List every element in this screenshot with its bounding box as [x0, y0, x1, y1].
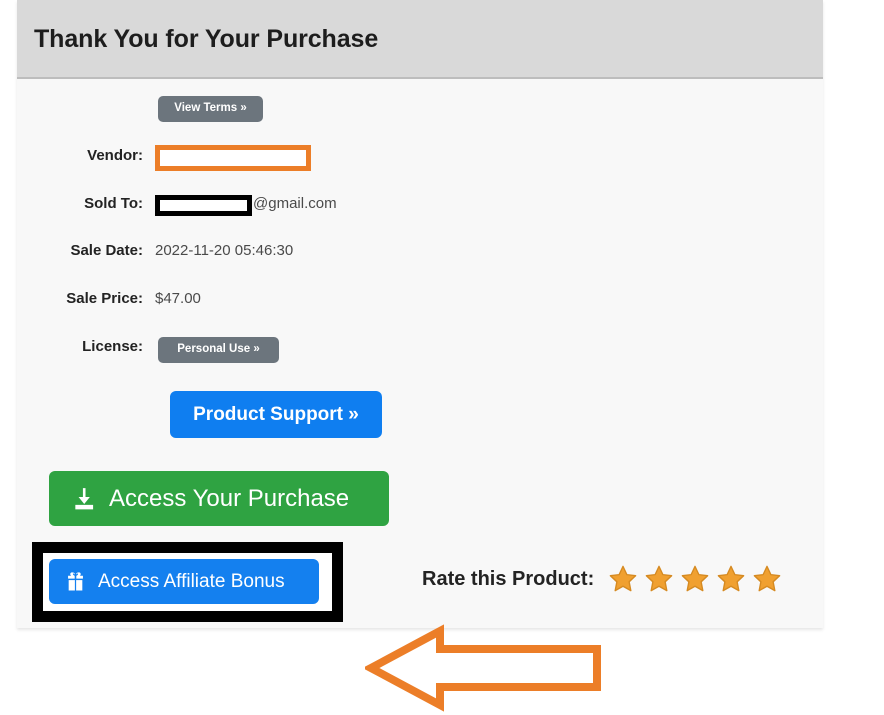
sale-date-label: Sale Date:: [70, 242, 143, 259]
star-icon[interactable]: [680, 564, 710, 594]
access-affiliate-bonus-button[interactable]: Access Affiliate Bonus: [49, 559, 319, 604]
left-arrow-callout-icon: [365, 624, 601, 712]
star-icon[interactable]: [752, 564, 782, 594]
vendor-row: Vendor:: [17, 141, 823, 171]
license-type-button[interactable]: Personal Use »: [158, 337, 279, 363]
access-your-purchase-button[interactable]: Access Your Purchase: [49, 471, 389, 526]
sale-price-label: Sale Price:: [66, 290, 143, 307]
sold-to-redaction-box: [155, 195, 252, 216]
star-icon[interactable]: [716, 564, 746, 594]
page-root: Thank You for Your Purchase View Terms »…: [0, 0, 884, 712]
vendor-label: Vendor:: [87, 147, 143, 164]
panel-body: View Terms » Vendor: Sold To: @gmail.com…: [17, 81, 823, 712]
sale-date-row: Sale Date: 2022-11-20 05:46:30: [17, 236, 823, 266]
access-affiliate-bonus-label: Access Affiliate Bonus: [98, 570, 285, 592]
sale-price-row: Sale Price: $47.00: [17, 284, 823, 314]
vendor-redaction-box: [155, 145, 311, 171]
star-icon[interactable]: [644, 564, 674, 594]
view-terms-button[interactable]: View Terms »: [158, 96, 263, 122]
star-icon[interactable]: [608, 564, 638, 594]
sale-date-value: 2022-11-20 05:46:30: [155, 242, 294, 259]
product-support-button[interactable]: Product Support »: [170, 391, 382, 438]
access-your-purchase-label: Access Your Purchase: [109, 484, 350, 512]
panel-header: Thank You for Your Purchase: [17, 0, 823, 79]
rating-block: Rate this Product:: [422, 564, 782, 594]
purchase-receipt-panel: Thank You for Your Purchase View Terms »…: [17, 0, 823, 712]
gift-icon: [65, 571, 86, 592]
sold-to-email-domain: @gmail.com: [253, 195, 337, 212]
license-row: License:: [17, 332, 823, 362]
star-rating-control[interactable]: [608, 564, 782, 594]
sale-price-value: $47.00: [155, 290, 201, 307]
rating-label: Rate this Product:: [422, 567, 595, 590]
sold-to-label: Sold To:: [84, 195, 143, 212]
license-label: License:: [82, 338, 143, 355]
sold-to-row: Sold To: @gmail.com: [17, 189, 823, 219]
download-icon: [71, 486, 97, 512]
page-title: Thank You for Your Purchase: [34, 25, 379, 53]
